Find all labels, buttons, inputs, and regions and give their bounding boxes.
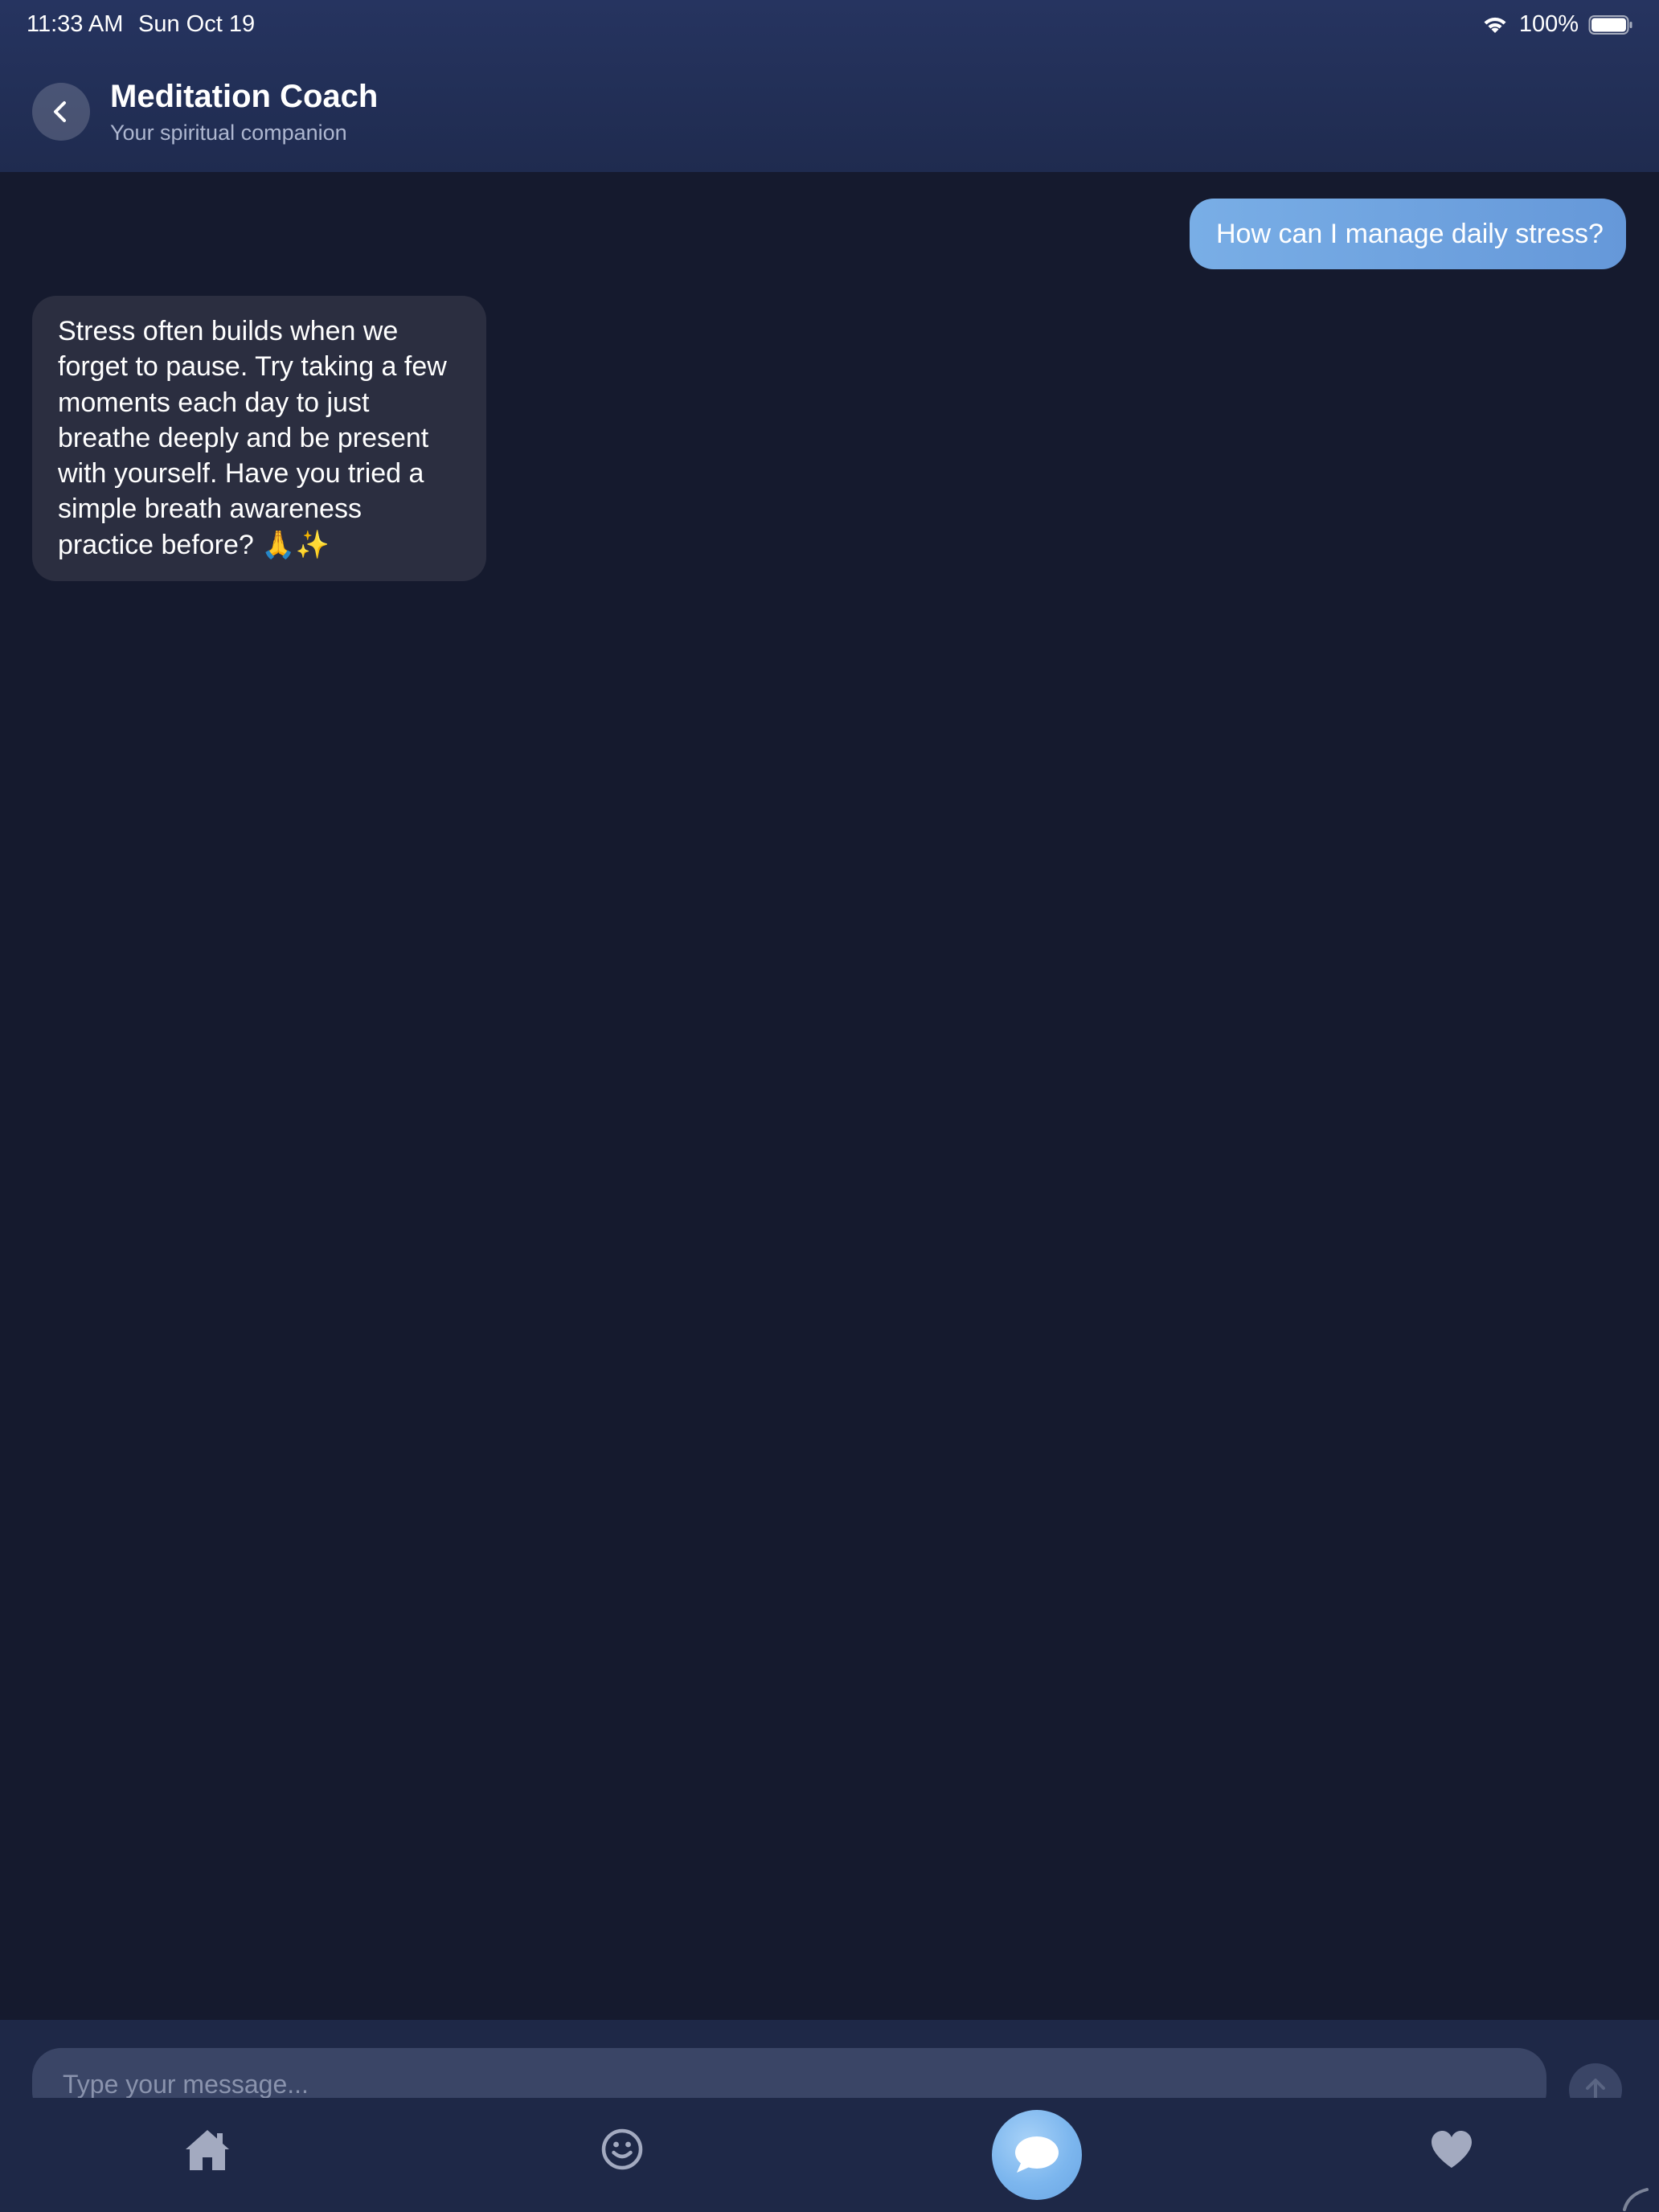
coach-message-line: breathe deeply and be present [58,422,429,453]
tab-chat[interactable] [992,2110,1082,2200]
coach-message-line: practice before? 🙏✨ [58,529,330,560]
coach-message-line: simple breath awareness [58,494,362,525]
battery-percentage: 100% [1518,11,1579,37]
status-indicators: 100% [1481,11,1633,38]
coach-message-line: Stress often builds when we [58,316,399,346]
status-bar: 11:33 AM Sun Oct 19 100% [0,0,1659,51]
page-subtitle: Your spiritual companion [110,121,347,145]
chat-screen: 11:33 AM Sun Oct 19 100% Meditation Coac… [0,0,1659,2212]
status-date: Sun Oct 19 [138,11,256,37]
smiley-icon [601,2128,643,2170]
tab-mood[interactable] [593,2120,651,2178]
heart-icon [1432,2131,1472,2168]
chat-bubble-icon [1015,2136,1059,2173]
tab-bar [0,2098,1659,2212]
wifi-icon [1484,17,1506,33]
home-icon [186,2130,229,2170]
user-message-bubble: How can I manage daily stress? [1190,199,1626,269]
resize-handle-icon [1623,2188,1649,2211]
coach-message-bubble: Stress often builds when we forget to pa… [32,296,486,581]
battery-icon [1588,14,1632,35]
header: 11:33 AM Sun Oct 19 100% Meditation Coac… [0,0,1659,172]
back-button[interactable] [32,83,90,141]
coach-message-line: moments each day to just [58,387,370,418]
coach-message-line: with yourself. Have you tried a [58,458,424,490]
status-time: 11:33 AM [27,11,124,37]
page-title: Meditation Coach [110,79,379,114]
tab-favorites[interactable] [1423,2120,1481,2178]
chevron-left-icon [54,101,66,122]
tab-home[interactable] [178,2120,236,2178]
composer [0,2020,1659,2120]
coach-message-line: forget to pause. Try taking a few [58,351,447,383]
